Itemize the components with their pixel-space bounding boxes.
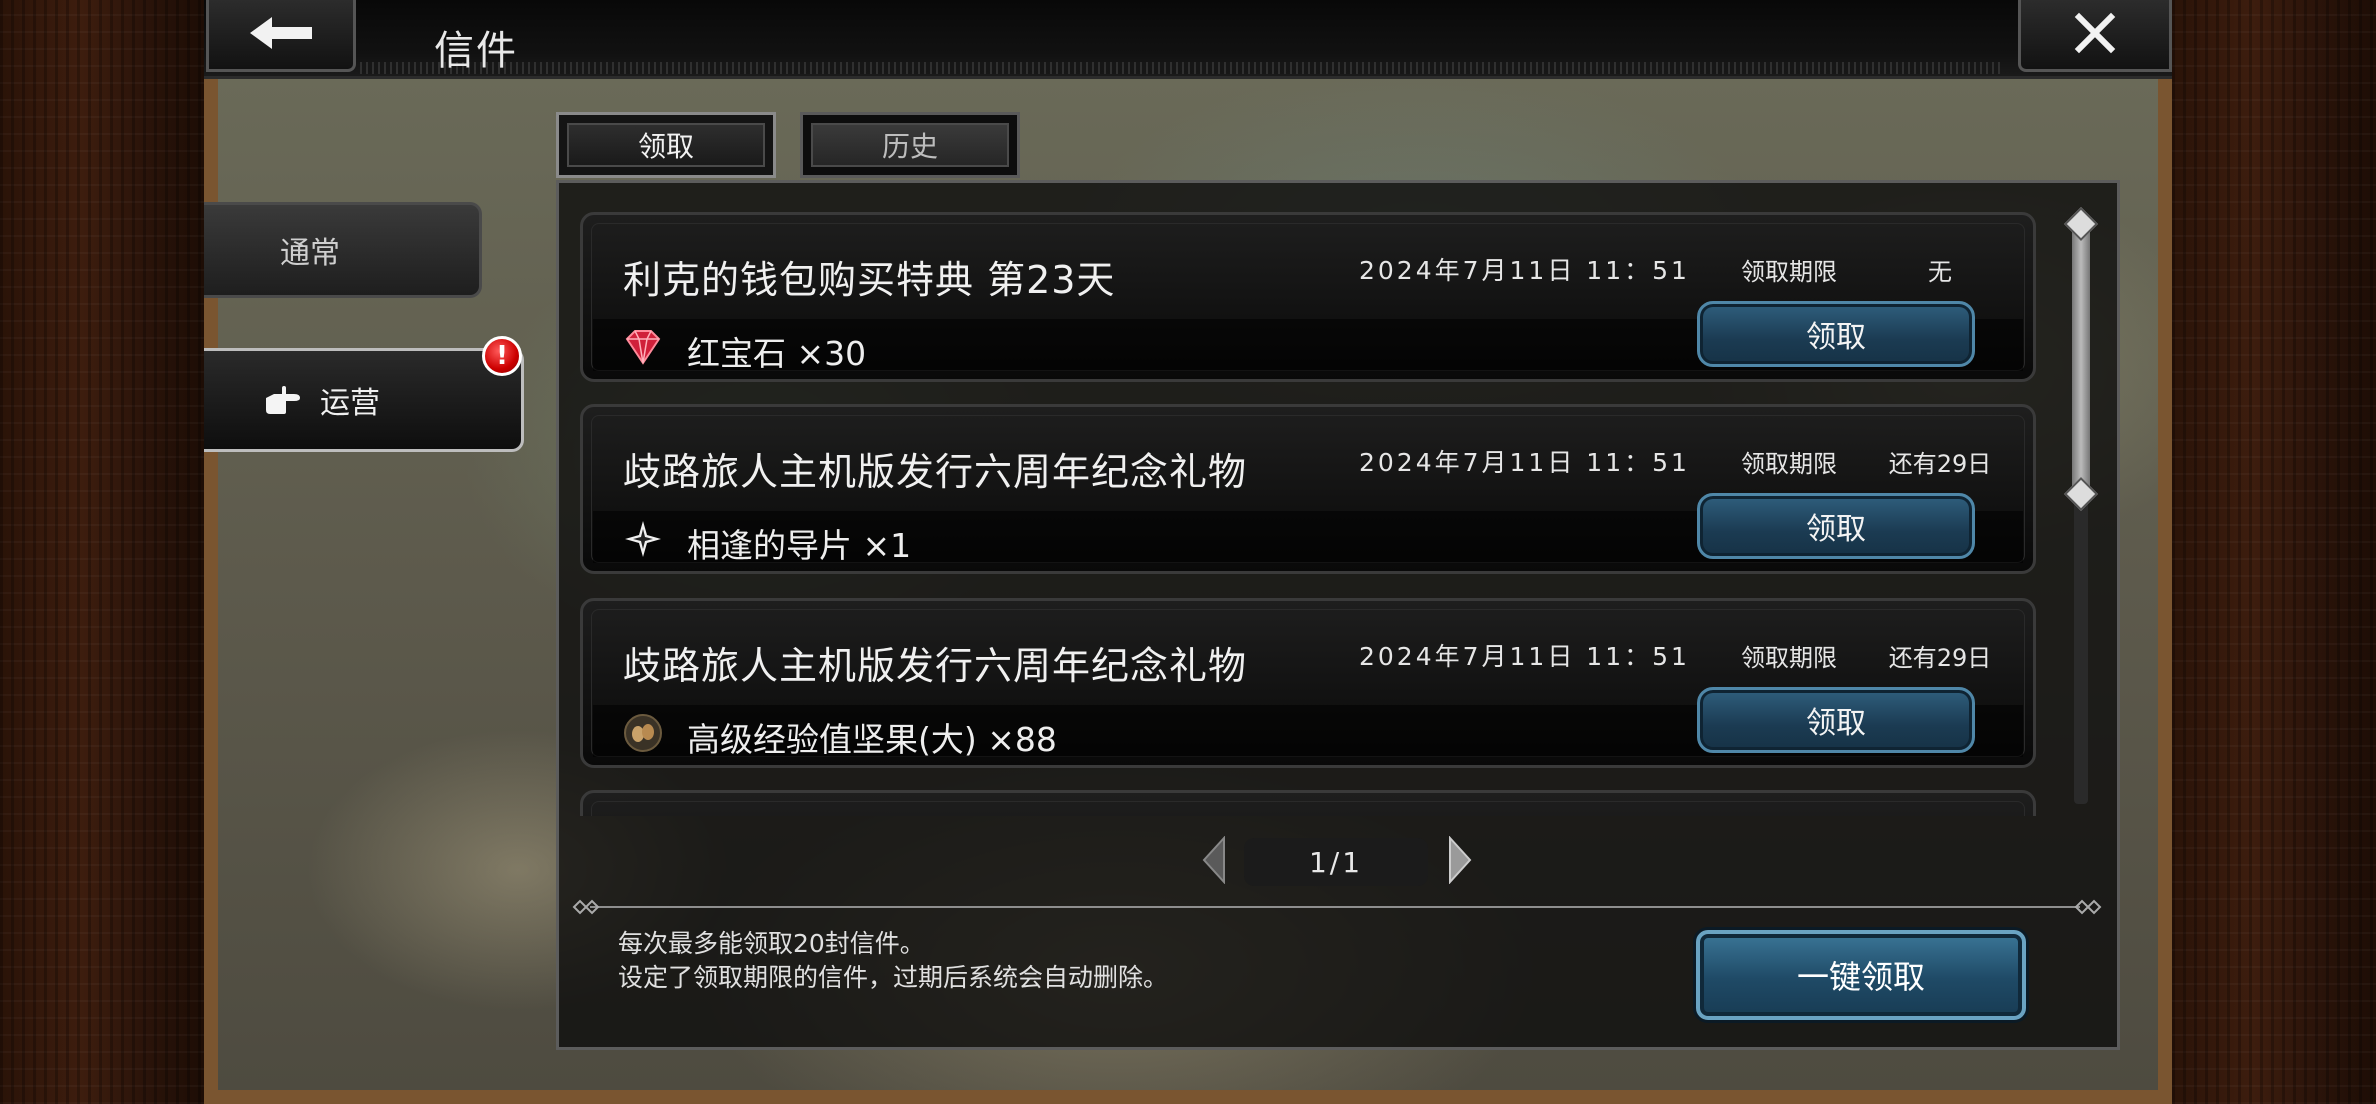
mail-limit-value: 还有29日	[1888, 450, 1992, 478]
scrollbar-thumb[interactable]	[2072, 222, 2090, 492]
tab-label: 历史	[811, 123, 1009, 167]
exp-nut-icon	[623, 713, 663, 753]
mail-limit-label: 领取期限	[1741, 450, 1837, 478]
page-indicator: 1/1	[1244, 838, 1428, 886]
mail-list[interactable]: 利克的钱包购买特典 第23天 2024年7月11日 11：51 领取期限 无 红…	[580, 204, 2040, 816]
mail-date: 2024年7月11日 11：51	[1359, 256, 1690, 285]
back-button[interactable]	[206, 0, 356, 72]
alert-badge: !	[482, 336, 522, 376]
tab-label: 领取	[567, 123, 765, 167]
reward-text: 红宝石 ×30	[687, 334, 867, 373]
mail-limit-label: 领取期限	[1741, 258, 1837, 286]
right-wood-border	[2172, 0, 2376, 1104]
tab-claim[interactable]: 领取	[556, 112, 776, 178]
category-label: 通常	[280, 236, 340, 271]
notice-text: 设定了领取期限的信件，过期后系统会自动删除。	[618, 963, 1169, 992]
claim-all-button[interactable]: 一键领取	[1696, 930, 2026, 1020]
tab-history[interactable]: 历史	[800, 112, 1020, 178]
next-page-button[interactable]	[1446, 835, 1476, 888]
mail-limit-label: 领取期限	[1741, 644, 1837, 672]
mail-title: 利克的钱包购买特典 第23天	[623, 258, 1116, 302]
category-tab-normal[interactable]: 通常	[204, 202, 482, 298]
mail-screen: 信件 通常 运营 ! 领取 历史 利克的钱包购买特典 第23天 2024年7月1…	[0, 0, 2376, 1104]
mail-limit-value: 无	[1928, 258, 1952, 286]
reward-text: 高级经验值坚果(大) ×88	[687, 720, 1057, 759]
mail-date: 2024年7月11日 11：51	[1359, 642, 1690, 671]
guiding-shard-icon	[623, 519, 663, 559]
pointing-hand-icon	[264, 384, 306, 416]
close-icon	[2073, 11, 2117, 59]
page-title: 信件	[434, 28, 518, 74]
arrow-left-icon	[246, 13, 316, 57]
claim-button[interactable]: 领取	[1697, 493, 1975, 559]
mail-item: 歧路旅人主机版发行六周年纪念礼物 2024年7月11日 11：51 领取期限 还…	[580, 404, 2036, 574]
reward-text: 相逢的导片 ×1	[687, 526, 912, 565]
mail-title: 歧路旅人主机版发行六周年纪念礼物	[623, 450, 1248, 494]
mail-item-partial	[580, 790, 2036, 816]
chevron-left-icon	[1200, 835, 1226, 888]
claim-button[interactable]: 领取	[1697, 301, 1975, 367]
mail-limit-value: 还有29日	[1888, 644, 1992, 672]
divider-ornament-right	[2074, 899, 2102, 915]
claim-button[interactable]: 领取	[1697, 687, 1975, 753]
ruby-icon	[623, 327, 663, 367]
mail-title: 歧路旅人主机版发行六周年纪念礼物	[623, 644, 1248, 688]
notice-text: 每次最多能领取20封信件。	[618, 929, 925, 958]
prev-page-button[interactable]	[1198, 835, 1228, 888]
mail-item: 利克的钱包购买特典 第23天 2024年7月11日 11：51 领取期限 无 红…	[580, 212, 2036, 382]
divider	[590, 906, 2080, 908]
chevron-right-icon	[1448, 835, 1474, 888]
close-button[interactable]	[2018, 0, 2172, 72]
divider-ornament-left	[572, 899, 600, 915]
category-label: 运营	[320, 386, 380, 421]
category-tab-operations[interactable]: 运营	[204, 348, 524, 452]
top-bar-ornament	[360, 62, 2000, 74]
mail-date: 2024年7月11日 11：51	[1359, 448, 1690, 477]
mail-item: 歧路旅人主机版发行六周年纪念礼物 2024年7月11日 11：51 领取期限 还…	[580, 598, 2036, 768]
left-wood-border	[0, 0, 204, 1104]
